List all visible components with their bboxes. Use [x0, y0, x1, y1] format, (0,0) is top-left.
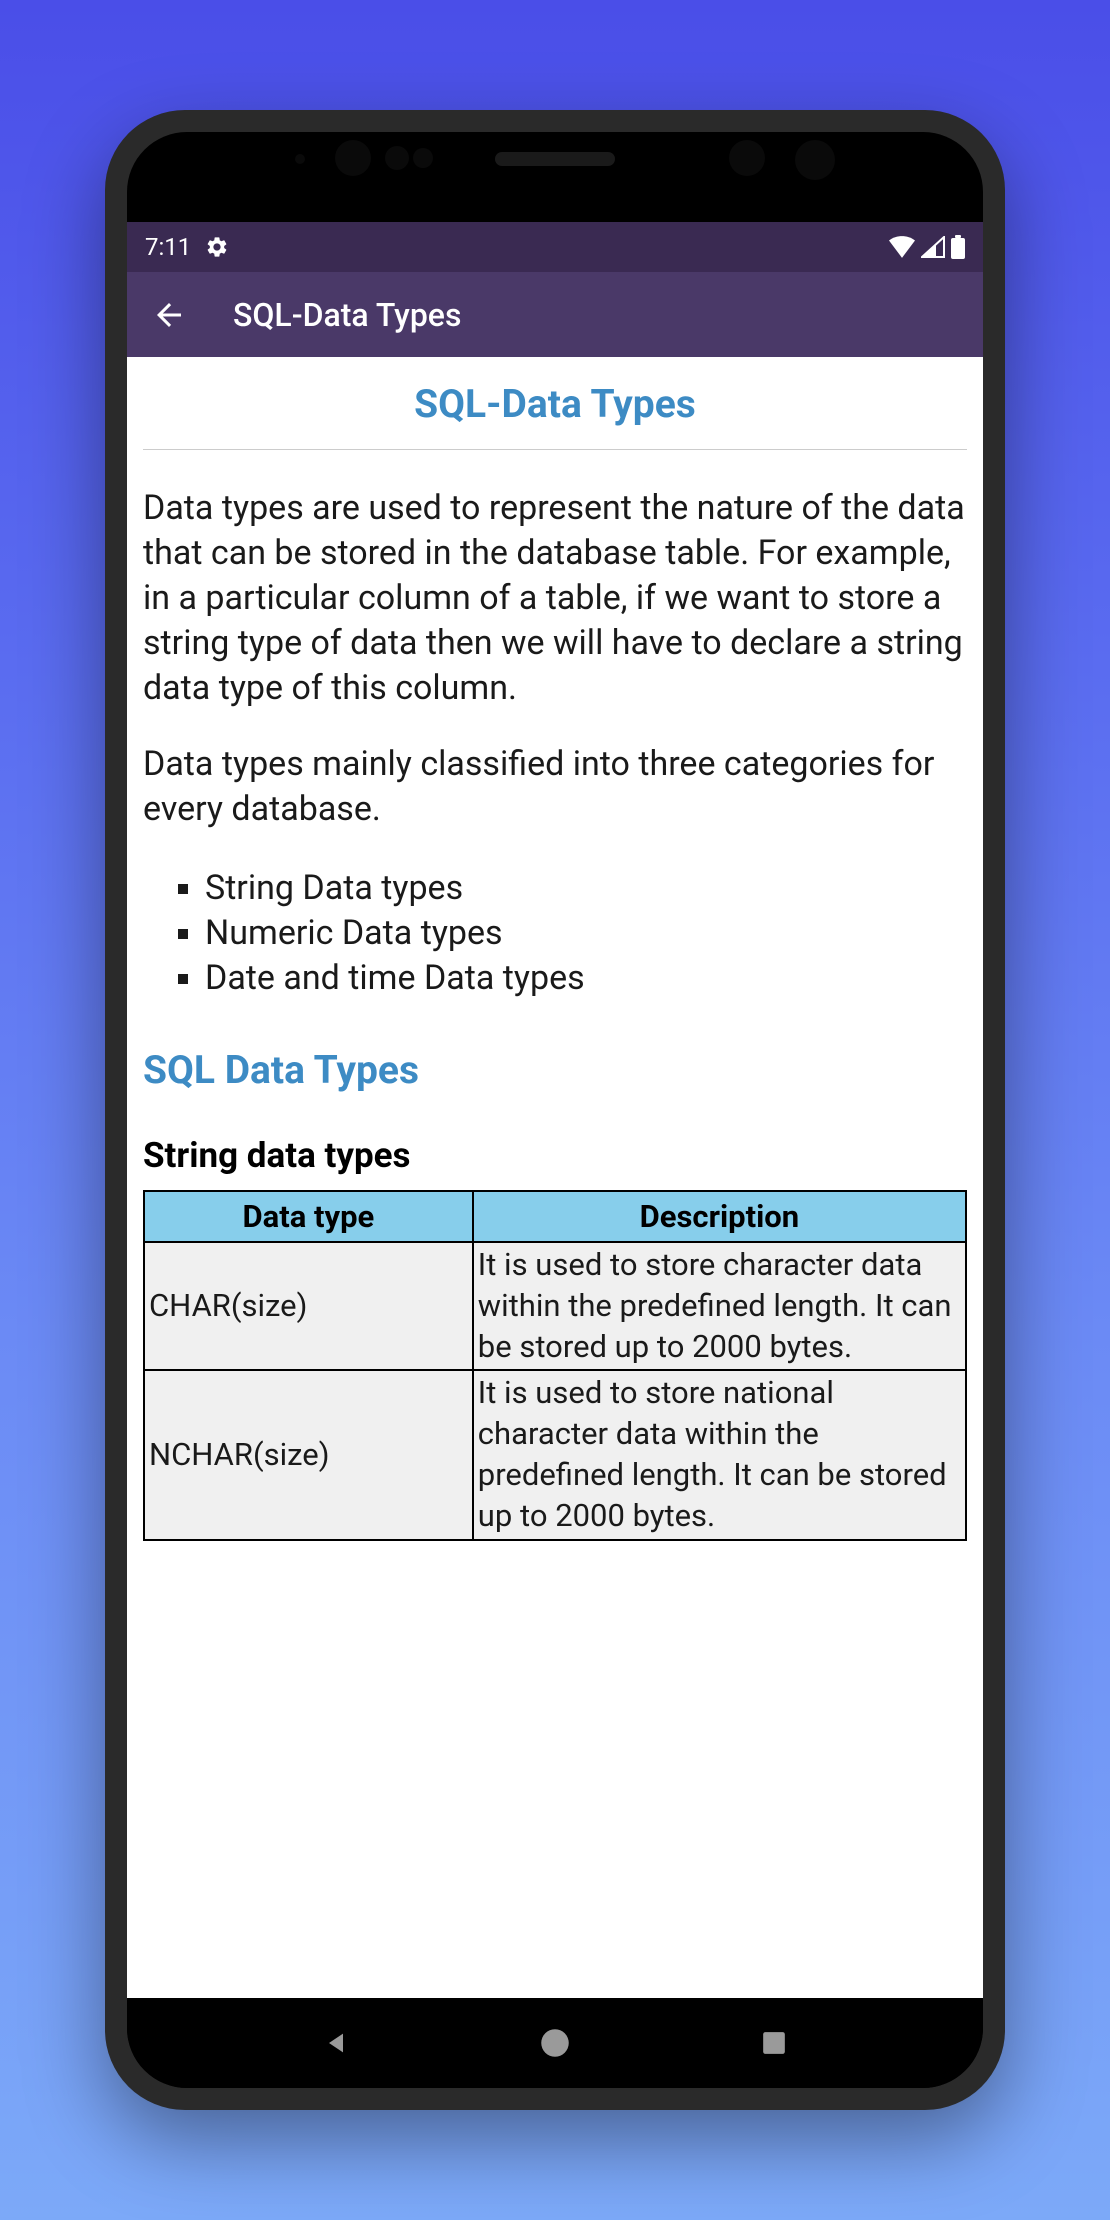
phone-frame: 7:11 — [105, 110, 1005, 2110]
arrow-left-icon — [151, 297, 187, 333]
triangle-back-icon — [322, 2029, 350, 2057]
phone-speaker — [495, 152, 615, 166]
paragraph-1: Data types are used to represent the nat… — [143, 486, 967, 710]
page-title: SQL-Data Types — [143, 357, 967, 450]
table-header-row: Data type Description — [144, 1191, 966, 1242]
phone-body: 7:11 — [127, 132, 983, 2088]
table-cell-type: CHAR(size) — [144, 1242, 473, 1371]
nav-recent-button[interactable] — [757, 2026, 791, 2060]
paragraph-2: Data types mainly classified into three … — [143, 742, 967, 832]
status-bar-left: 7:11 — [145, 233, 229, 261]
content-area[interactable]: SQL-Data Types Data types are used to re… — [127, 357, 983, 1998]
phone-camera — [729, 140, 765, 176]
phone-camera — [413, 148, 433, 168]
screen: 7:11 — [127, 222, 983, 1998]
list-item: Numeric Data types — [205, 911, 967, 956]
navigation-bar — [127, 1998, 983, 2088]
app-bar: SQL-Data Types — [127, 272, 983, 357]
square-recent-icon — [761, 2030, 787, 2056]
table-cell-desc: It is used to store character data withi… — [473, 1242, 966, 1371]
table-header-cell: Data type — [144, 1191, 473, 1242]
phone-camera — [795, 140, 835, 180]
table-cell-desc: It is used to store national character d… — [473, 1370, 966, 1540]
app-bar-title: SQL-Data Types — [233, 296, 461, 334]
back-button[interactable] — [145, 291, 193, 339]
table-header-cell: Description — [473, 1191, 966, 1242]
table-row: NCHAR(size) It is used to store national… — [144, 1370, 966, 1540]
nav-home-button[interactable] — [538, 2026, 572, 2060]
data-types-table: Data type Description CHAR(size) It is u… — [143, 1190, 967, 1541]
list-item: Date and time Data types — [205, 956, 967, 1001]
table-row: CHAR(size) It is used to store character… — [144, 1242, 966, 1371]
phone-camera — [335, 140, 371, 176]
circle-home-icon — [540, 2028, 570, 2058]
signal-icon — [921, 236, 945, 258]
phone-camera — [385, 146, 409, 170]
status-time: 7:11 — [145, 233, 191, 261]
bullet-list: String Data types Numeric Data types Dat… — [143, 866, 967, 1001]
list-item: String Data types — [205, 866, 967, 911]
wifi-icon — [889, 236, 915, 258]
phone-sensor — [295, 154, 305, 164]
section-heading: SQL Data Types — [143, 1047, 967, 1093]
battery-icon — [951, 235, 965, 259]
gear-icon — [205, 235, 229, 259]
table-cell-type: NCHAR(size) — [144, 1370, 473, 1540]
nav-back-button[interactable] — [319, 2026, 353, 2060]
status-bar-right — [889, 235, 965, 259]
sub-heading: String data types — [143, 1135, 967, 1176]
status-bar: 7:11 — [127, 222, 983, 272]
